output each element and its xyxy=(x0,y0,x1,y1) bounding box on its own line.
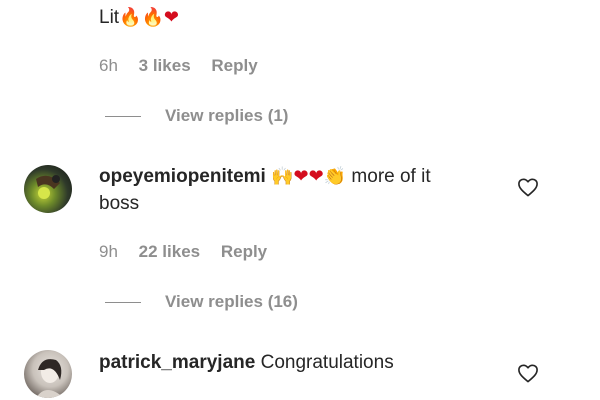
avatar[interactable] xyxy=(24,350,72,398)
comment-time: 9h xyxy=(99,242,118,261)
divider-line xyxy=(105,116,141,118)
raising-hands-emoji: 🙌 xyxy=(271,166,294,187)
comment-text: opeyemiopenitemi 🙌❤❤👏 more of it xyxy=(99,163,431,190)
view-replies-button[interactable]: View replies (16) xyxy=(105,292,298,312)
comment-text: patrick_maryjane Congratulations xyxy=(99,349,394,376)
comment-meta: 9h 22 likes Reply xyxy=(99,242,283,262)
divider-line xyxy=(105,302,141,304)
view-replies-button[interactable]: View replies (1) xyxy=(105,106,288,126)
heart-outline-icon[interactable] xyxy=(517,363,539,383)
clapping-hands-emoji: 👏 xyxy=(323,166,347,187)
fire-emoji: 🔥 xyxy=(119,7,142,28)
view-replies-label: View replies (1) xyxy=(165,106,289,125)
comment-body: more of it xyxy=(351,166,431,187)
comment-text-line2: boss xyxy=(99,193,140,214)
comment-time: 6h xyxy=(99,56,118,75)
comment-text: Lit🔥🔥❤ xyxy=(99,7,180,28)
reply-button[interactable]: Reply xyxy=(211,56,257,76)
red-heart-emoji: ❤ xyxy=(163,7,180,28)
comment-meta: 6h 3 likes Reply xyxy=(99,56,274,76)
avatar-image xyxy=(36,175,60,199)
reply-button[interactable]: Reply xyxy=(221,242,267,262)
avatar-image xyxy=(36,359,64,398)
likes-count-button[interactable]: 3 likes xyxy=(139,56,191,76)
fire-emoji: 🔥 xyxy=(141,7,164,28)
comment-username[interactable]: opeyemiopenitemi xyxy=(99,166,266,187)
red-heart-emoji: ❤ xyxy=(293,166,309,187)
comment-body: Congratulations xyxy=(260,352,394,373)
view-replies-label: View replies (16) xyxy=(165,292,298,311)
red-heart-emoji: ❤ xyxy=(308,166,324,187)
avatar[interactable] xyxy=(24,165,72,213)
heart-outline-icon[interactable] xyxy=(517,177,539,197)
likes-count-button[interactable]: 22 likes xyxy=(139,242,200,262)
comment-username[interactable]: patrick_maryjane xyxy=(99,352,255,373)
